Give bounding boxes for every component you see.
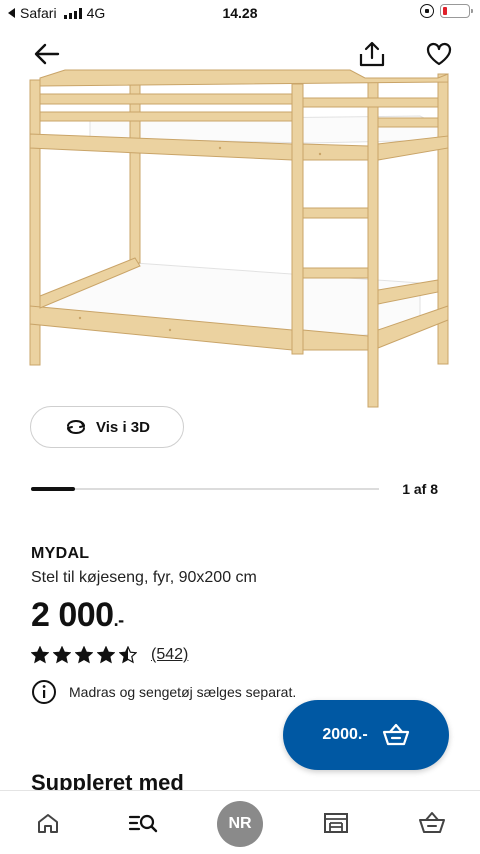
product-price: 2 000.- <box>31 596 124 635</box>
nav-stores[interactable] <box>321 809 351 837</box>
back-button[interactable] <box>32 40 62 68</box>
battery-icon <box>440 4 473 18</box>
info-icon <box>32 680 56 704</box>
price-value: 2 000 <box>31 596 114 634</box>
star-icon <box>119 646 137 664</box>
share-icon <box>359 41 385 67</box>
info-text: Madras og sengetøj sælges separat. <box>69 684 297 700</box>
review-count-link[interactable]: (542) <box>151 646 188 664</box>
search-list-icon <box>128 814 158 833</box>
info-note: Madras og sengetøj sælges separat. <box>31 679 296 705</box>
add-to-cart-button[interactable]: 2000.- <box>283 700 449 770</box>
gallery-progress-fill <box>31 487 75 491</box>
store-icon <box>324 813 348 833</box>
basket-icon <box>419 812 445 833</box>
price-suffix: .- <box>113 610 125 630</box>
cart-button-label: 2000.- <box>322 726 368 743</box>
orientation-lock-icon <box>420 4 434 18</box>
status-bar: Safari 4G 14.28 <box>0 0 480 26</box>
profile-avatar[interactable]: NR <box>217 801 263 847</box>
product-rating[interactable]: (542) <box>31 646 188 664</box>
star-icon <box>97 646 115 664</box>
nav-search[interactable] <box>128 809 158 837</box>
gallery-progress-track[interactable] <box>31 487 379 491</box>
star-icon <box>31 646 49 664</box>
gallery-page-indicator: 1 af 8 <box>402 481 438 497</box>
clock: 14.28 <box>222 5 258 21</box>
star-icon <box>75 646 93 664</box>
bottom-navigation: NR <box>0 790 480 854</box>
product-image[interactable] <box>20 68 460 408</box>
basket-icon <box>382 723 409 746</box>
favorite-button[interactable] <box>424 40 454 68</box>
home-icon <box>38 814 58 833</box>
arrow-left-icon <box>34 43 60 65</box>
rotate-3d-icon <box>67 420 86 434</box>
nav-basket[interactable] <box>417 809 447 837</box>
heart-icon <box>426 42 452 66</box>
nav-home[interactable] <box>33 809 63 837</box>
product-name: MYDAL <box>31 545 90 562</box>
product-description: Stel til køjeseng, fyr, 90x200 cm <box>31 569 257 586</box>
view-3d-label: Vis i 3D <box>96 418 150 436</box>
star-icon <box>53 646 71 664</box>
rating-stars <box>31 646 137 664</box>
share-button[interactable] <box>357 40 387 68</box>
view-3d-button[interactable]: Vis i 3D <box>30 406 184 448</box>
status-right <box>420 4 473 18</box>
